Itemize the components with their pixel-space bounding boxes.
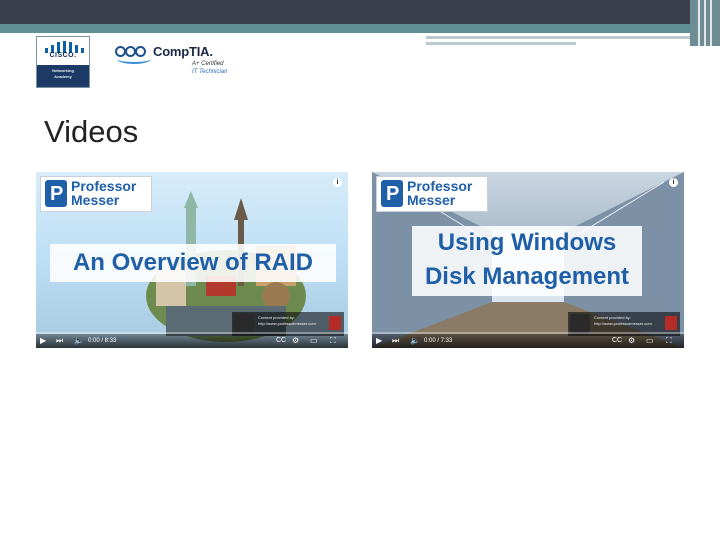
book-icon: [329, 316, 341, 330]
captions-icon[interactable]: CC: [612, 335, 622, 347]
settings-icon[interactable]: ⚙: [292, 335, 299, 347]
fullscreen-icon[interactable]: ⛶: [330, 335, 336, 347]
info-icon[interactable]: i: [669, 178, 678, 187]
top-banner-bar: [0, 0, 720, 24]
player-controls: ▶ ⏭ 🔈 0:00 / 8:33 CC ⚙ ▭ ⛶: [36, 334, 348, 348]
bulb-icon: [234, 314, 254, 334]
volume-icon[interactable]: 🔈: [410, 335, 420, 347]
settings-icon[interactable]: ⚙: [628, 335, 635, 347]
professor-messer-logo: P Professor Messer: [376, 176, 488, 212]
time-display: 0:00 / 8:33: [88, 338, 117, 344]
time-display: 0:00 / 7:33: [424, 338, 453, 344]
next-icon[interactable]: ⏭: [56, 335, 63, 347]
play-icon[interactable]: ▶: [376, 335, 382, 347]
player-controls: ▶ ⏭ 🔈 0:00 / 7:33 CC ⚙ ▭ ⛶: [372, 334, 684, 348]
cisco-networking-academy-logo: CISCO. Networking Academy: [36, 36, 90, 88]
top-banner-right-block: [690, 0, 720, 46]
video-player-raid[interactable]: P Professor Messer i An Overview of RAID …: [36, 172, 348, 348]
theater-icon[interactable]: ▭: [646, 335, 654, 347]
comptia-cert-line: A+ Certified: [192, 61, 224, 67]
play-icon[interactable]: ▶: [40, 335, 46, 347]
book-icon: [665, 316, 677, 330]
comptia-wordmark: CompTIA.: [153, 44, 213, 59]
top-banner-accent: [0, 24, 720, 33]
theater-icon[interactable]: ▭: [310, 335, 318, 347]
comptia-swoosh-icon: [117, 54, 151, 64]
comptia-logo: CompTIA. A+ Certified IT Technician: [115, 42, 245, 82]
cisco-wordmark: CISCO.: [49, 52, 77, 59]
decorative-line: [426, 36, 690, 39]
professor-messer-logo: P Professor Messer: [40, 176, 152, 212]
video-title-overlay: An Overview of RAID: [50, 244, 336, 282]
cisco-subtitle: Networking Academy: [52, 68, 74, 79]
fullscreen-icon[interactable]: ⛶: [666, 335, 672, 347]
decorative-line: [426, 42, 576, 45]
volume-icon[interactable]: 🔈: [74, 335, 84, 347]
video-title-overlay: Using Windows Disk Management: [412, 226, 642, 296]
video-player-disk-management[interactable]: P Professor Messer i Using Windows Disk M…: [372, 172, 684, 348]
captions-icon[interactable]: CC: [276, 335, 286, 347]
next-icon[interactable]: ⏭: [392, 335, 399, 347]
info-icon[interactable]: i: [333, 178, 342, 187]
page-title: Videos: [44, 114, 139, 149]
bulb-icon: [570, 314, 590, 334]
comptia-tech-line: IT Technician: [192, 69, 228, 75]
